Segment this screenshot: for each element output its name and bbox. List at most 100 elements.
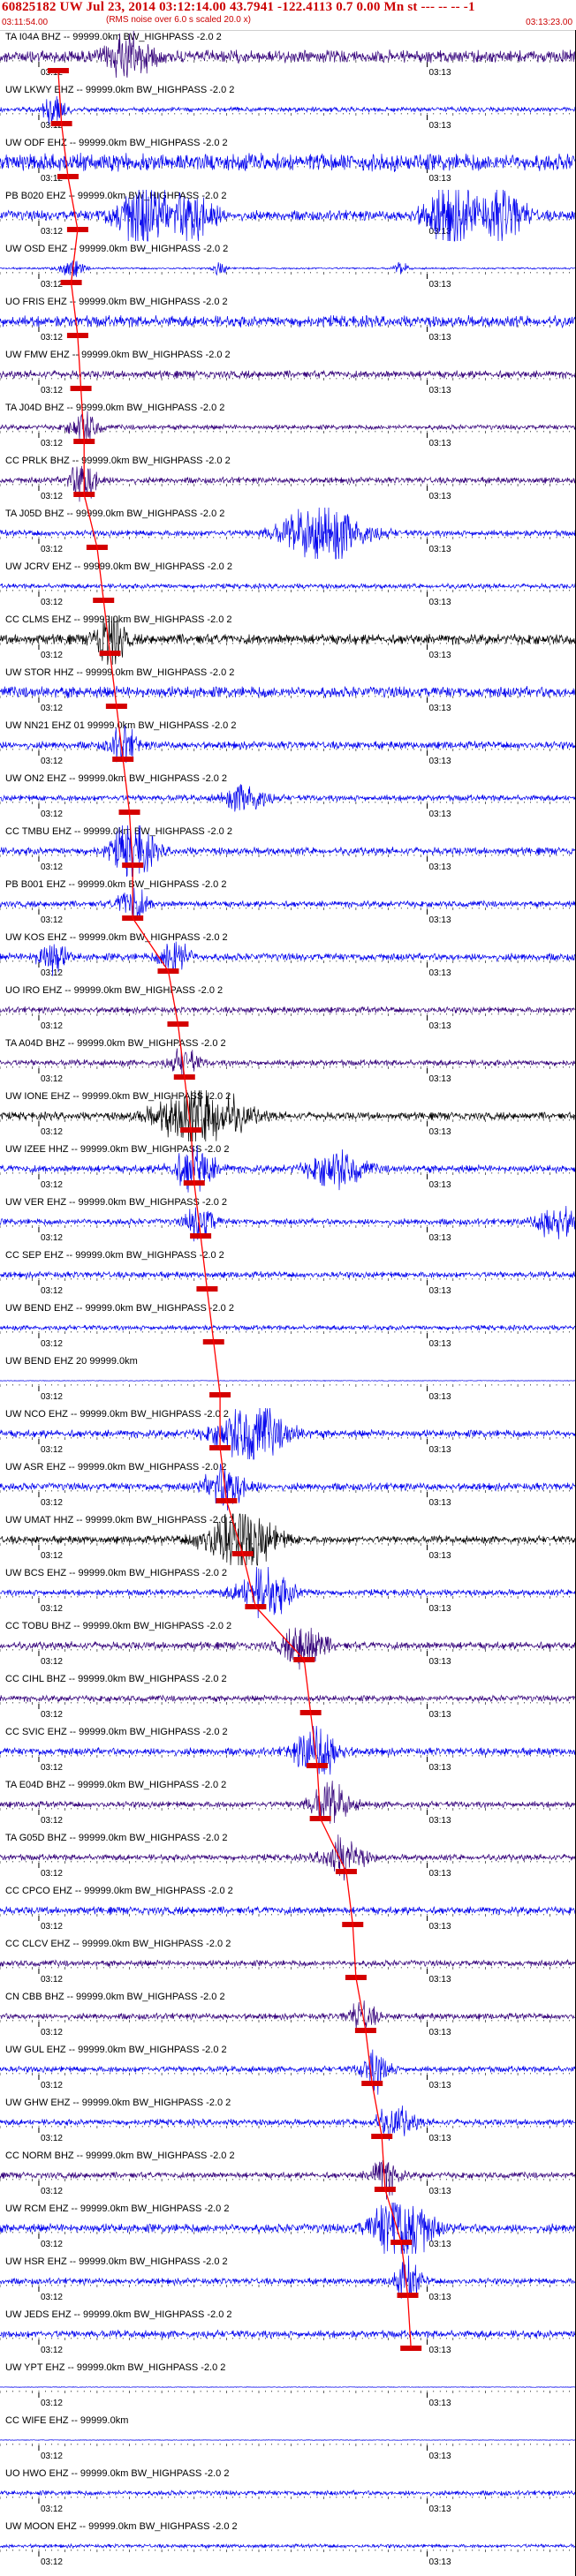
rms-noise-note: (RMS noise over 6.0 s scaled 20.0 x): [106, 15, 251, 25]
trace-label: UW OSD EHZ -- 99999.0km BW_HIGHPASS -2.0…: [5, 244, 228, 254]
trace-row: UW FMW EHZ -- 99999.0km BW_HIGHPASS -2.0…: [0, 350, 576, 395]
time-tick-label: 03:13: [429, 386, 451, 395]
second-ticks: [0, 908, 576, 910]
time-tick-label: 03:12: [41, 757, 63, 766]
trace-row: UW BEND EHZ -- 99999.0km BW_HIGHPASS -2.…: [0, 1303, 576, 1349]
second-ticks: [0, 1702, 576, 1705]
trace-label: CC CIHL BHZ -- 99999.0km BW_HIGHPASS -2.…: [5, 1674, 227, 1684]
trace-row: UW IONE EHZ -- 99999.0km BW_HIGHPASS -2.…: [0, 1089, 576, 1142]
waveform-trace: [0, 1958, 576, 1968]
time-tick-label: 03:13: [429, 2452, 451, 2461]
time-tick-label: 03:12: [41, 439, 63, 448]
trace-row: UW MOON EHZ -- 99999.0km BW_HIGHPASS -2.…: [0, 2521, 576, 2567]
time-tick-label: 03:12: [41, 1551, 63, 1561]
time-tick-label: 03:13: [429, 1975, 451, 1985]
time-tick-label: 03:12: [41, 704, 63, 713]
time-tick-label: 03:13: [429, 2028, 451, 2037]
time-tick-label: 03:13: [429, 862, 451, 872]
trace-label: CC NORM BHZ -- 99999.0km BW_HIGHPASS -2.…: [5, 2150, 235, 2161]
second-ticks: [0, 2338, 576, 2340]
trace-row: TA G05D BHZ -- 99999.0km BW_HIGHPASS -2.…: [0, 1833, 576, 1881]
trace-label: CC WIFE EHZ -- 99999.0km: [5, 2415, 128, 2426]
time-tick-label: 03:13: [429, 2504, 451, 2514]
second-ticks: [0, 855, 576, 857]
trace-row: UW LKWY EHZ -- 99999.0km BW_HIGHPASS -2.…: [0, 85, 576, 131]
second-ticks: [0, 378, 576, 380]
time-tick-label: 03:12: [41, 2240, 63, 2249]
second-ticks: [0, 590, 576, 592]
trace-label: UW VER EHZ -- 99999.0km BW_HIGHPASS -2.0…: [5, 1197, 227, 1208]
time-tick-label: 03:12: [41, 1021, 63, 1031]
second-ticks: [0, 1331, 576, 1334]
trace-label: UW MOON EHZ -- 99999.0km BW_HIGHPASS -2.…: [5, 2521, 238, 2532]
trace-row: CC CPCO EHZ -- 99999.0km BW_HIGHPASS -2.…: [0, 1886, 576, 1932]
waveform-trace: [0, 2105, 576, 2141]
time-tick-label: 03:13: [429, 1657, 451, 1667]
waveform-trace: [0, 2000, 576, 2030]
time-tick-label: 03:12: [41, 1233, 63, 1243]
time-tick-label: 03:12: [41, 651, 63, 660]
time-tick-label: 03:12: [41, 1763, 63, 1773]
time-tick-label: 03:12: [41, 2081, 63, 2090]
trace-label: UW BCS EHZ -- 99999.0km BW_HIGHPASS -2.0…: [5, 1568, 227, 1578]
time-tick-label: 03:13: [429, 439, 451, 448]
time-tick-label: 03:13: [429, 915, 451, 925]
second-ticks: [0, 1808, 576, 1811]
trace-row: UW NCO EHZ -- 99999.0km BW_HIGHPASS -2.0…: [0, 1407, 576, 1460]
waveform-trace: [0, 260, 576, 277]
trace-label: UW ON2 EHZ -- 99999.0km BW_HIGHPASS -2.0…: [5, 773, 227, 784]
trace-row: CC CLMS EHZ -- 99999.0km BW_HIGHPASS -2.…: [0, 614, 576, 666]
second-ticks: [0, 2126, 576, 2128]
second-ticks: [0, 2550, 576, 2552]
time-tick-label: 03:13: [429, 1445, 451, 1455]
waveform-trace: [0, 941, 576, 976]
time-tick-label: 03:13: [429, 1604, 451, 1614]
second-ticks: [0, 2073, 576, 2075]
waveform-trace: [0, 725, 576, 764]
time-tick-label: 03:12: [41, 810, 63, 819]
second-ticks: [0, 643, 576, 645]
time-tick-label: 03:12: [41, 2346, 63, 2355]
second-ticks: [0, 802, 576, 804]
time-tick-label: 03:13: [429, 1763, 451, 1773]
trace-label: PB B001 EHZ -- 99999.0km BW_HIGHPASS -2.…: [5, 879, 226, 890]
waveform-trace: [0, 887, 576, 921]
time-tick-label: 03:13: [429, 2557, 451, 2567]
trace-row: UO IRO EHZ -- 99999.0km BW_HIGHPASS -2.0…: [0, 985, 576, 1031]
time-tick-label: 03:12: [41, 2399, 63, 2408]
trace-label: CC CLCV EHZ -- 99999.0km BW_HIGHPASS -2.…: [5, 1939, 231, 1949]
trace-label: UW HSR EHZ -- 99999.0km BW_HIGHPASS -2.0…: [5, 2256, 228, 2267]
time-tick-label: 03:13: [429, 2399, 451, 2408]
trace-row: UO FRIS EHZ -- 99999.0km BW_HIGHPASS -2.…: [0, 297, 576, 343]
trace-label: UW IONE EHZ -- 99999.0km BW_HIGHPASS -2.…: [5, 1091, 231, 1102]
trace-row: TA J05D BHZ -- 99999.0km BW_HIGHPASS -2.…: [0, 507, 576, 560]
time-tick-label: 03:12: [41, 2452, 63, 2461]
trace-row: UW RCM EHZ -- 99999.0km BW_HIGHPASS -2.0…: [0, 2202, 576, 2255]
second-ticks: [0, 1278, 576, 1281]
time-tick-label: 03:13: [429, 1869, 451, 1879]
time-tick-label: 03:13: [429, 598, 451, 607]
waveform-trace: [0, 315, 576, 329]
trace-row: UW IZEE HHZ -- 99999.0km BW_HIGHPASS -2.…: [0, 1144, 576, 1193]
trace-label: TA I04A BHZ -- 99999.0km BW_HIGHPASS -2.…: [5, 32, 222, 42]
event-title: 60825182 UW Jul 23, 2014 03:12:14.00 43.…: [2, 0, 475, 14]
trace-label: CC TOBU BHZ -- 99999.0km BW_HIGHPASS -2.…: [5, 1621, 231, 1631]
trace-label: PB B020 EHZ -- 99999.0km BW_HIGHPASS -2.…: [5, 191, 226, 201]
trace-label: UW BEND EHZ -- 99999.0km BW_HIGHPASS -2.…: [5, 1303, 234, 1314]
trace-label: UW NN21 EHZ 01 99999.0km BW_HIGHPASS -2.…: [5, 720, 236, 731]
time-tick-label: 03:13: [429, 1339, 451, 1349]
waveform-trace: [0, 369, 576, 380]
waveform-trace: [0, 582, 576, 591]
time-tick-label: 03:13: [429, 2134, 451, 2143]
waveform-trace: [0, 2489, 576, 2497]
time-tick-label: 03:13: [429, 2081, 451, 2090]
trace-row: UW JEDS EHZ -- 99999.0km BW_HIGHPASS -2.…: [0, 2309, 576, 2355]
waveform-trace: [0, 2159, 576, 2200]
waveform-trace: [0, 2439, 576, 2441]
time-tick-label: 03:12: [41, 2557, 63, 2567]
trace-label: UW IZEE HHZ -- 99999.0km BW_HIGHPASS -2.…: [5, 1144, 229, 1155]
second-ticks: [0, 2285, 576, 2287]
second-ticks: [0, 1967, 576, 1970]
waveform-trace: [0, 95, 576, 124]
waveform-trace: [0, 1047, 576, 1075]
